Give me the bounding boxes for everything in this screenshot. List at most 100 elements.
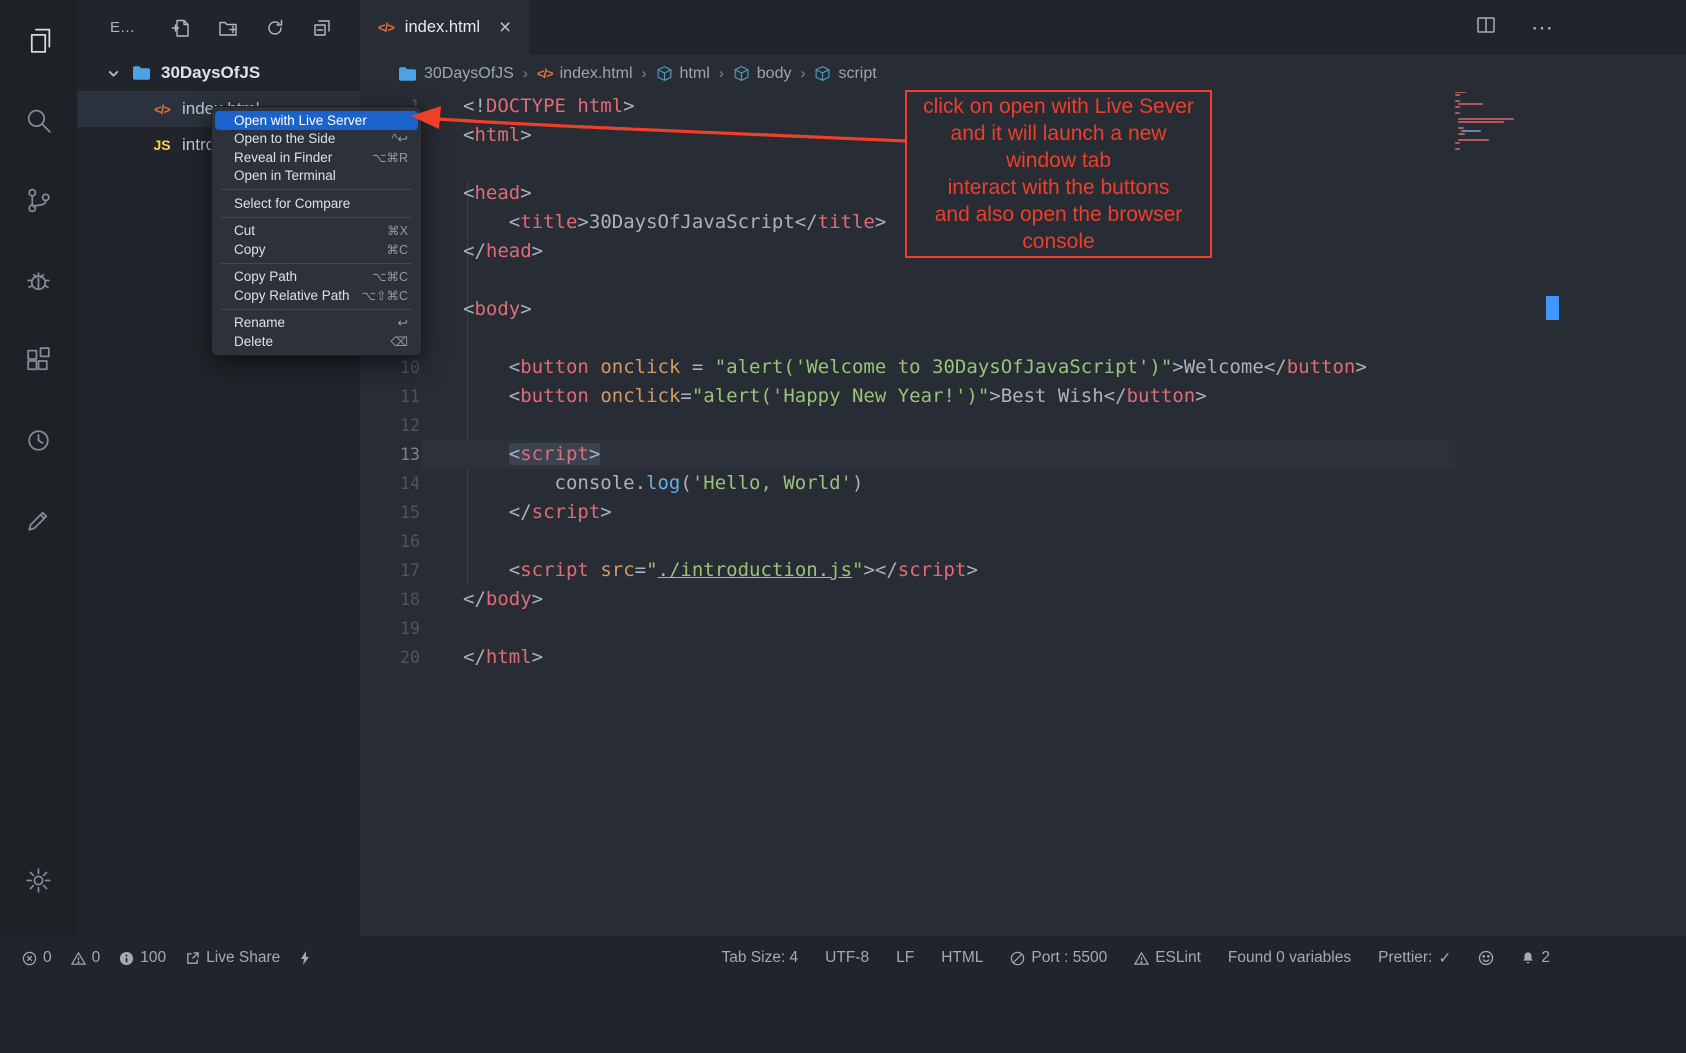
- warning-icon: [1134, 951, 1149, 966]
- menu-item-cut[interactable]: Cut⌘X: [215, 222, 418, 241]
- history-icon[interactable]: [0, 400, 77, 480]
- menu-item-open-to-the-side[interactable]: Open to the Side^↩: [215, 130, 418, 149]
- line-number[interactable]: 14: [360, 469, 420, 498]
- activity-bar: [0, 0, 77, 936]
- line-text: <head>: [420, 179, 532, 208]
- line-number[interactable]: 16: [360, 527, 420, 556]
- code-line[interactable]: 11 <button onclick="alert('Happy New Yea…: [360, 382, 1686, 411]
- line-number[interactable]: 17: [360, 556, 420, 585]
- code-line[interactable]: 15 </script>: [360, 498, 1686, 527]
- status-variables[interactable]: Found 0 variables: [1228, 949, 1351, 967]
- menu-item-select-for-compare[interactable]: Select for Compare: [215, 194, 418, 213]
- code-line[interactable]: 13 <script>: [360, 440, 1686, 469]
- run-debug-icon[interactable]: [0, 240, 77, 320]
- menu-item-label: Reveal in Finder: [234, 150, 360, 165]
- status-feedback-smiley[interactable]: [1478, 950, 1494, 966]
- status-live-server-action[interactable]: [299, 950, 311, 966]
- code-line[interactable]: 20</html>: [360, 643, 1686, 672]
- line-text: [420, 324, 463, 353]
- tab-actions: ⋯: [1475, 0, 1686, 55]
- code-line[interactable]: 17 <script src="./introduction.js"></scr…: [360, 556, 1686, 585]
- line-text: </body>: [420, 585, 543, 614]
- breadcrumb-item-body[interactable]: body: [733, 65, 792, 83]
- status-live-server-port[interactable]: Port : 5500: [1010, 949, 1107, 967]
- status-errors[interactable]: 0: [22, 949, 52, 967]
- more-actions-icon[interactable]: ⋯: [1531, 15, 1554, 41]
- explorer-actions: [171, 18, 332, 38]
- status-notifications[interactable]: 2: [1521, 949, 1550, 967]
- code-line[interactable]: 18</body>: [360, 585, 1686, 614]
- extensions-icon[interactable]: [0, 320, 77, 400]
- menu-item-shortcut: ⌥⇧⌘C: [362, 288, 408, 303]
- collapse-all-icon[interactable]: [312, 18, 332, 38]
- status-label: Port : 5500: [1031, 949, 1107, 967]
- tree-root-folder[interactable]: 30DaysOfJS: [77, 55, 360, 91]
- line-number[interactable]: 12: [360, 411, 420, 440]
- code-line[interactable]: 16: [360, 527, 1686, 556]
- status-warnings[interactable]: 0: [71, 949, 101, 967]
- new-file-icon[interactable]: [171, 18, 191, 38]
- search-icon[interactable]: [0, 80, 77, 160]
- menu-item-reveal-in-finder[interactable]: Reveal in Finder ⌥⌘R: [215, 148, 418, 167]
- line-number[interactable]: 15: [360, 498, 420, 527]
- context-menu: Open with Live ServerOpen to the Side^↩R…: [211, 106, 422, 356]
- line-number[interactable]: 19: [360, 614, 420, 643]
- line-number[interactable]: 10: [360, 353, 420, 382]
- line-text: [420, 527, 463, 556]
- menu-item-copy-relative-path[interactable]: Copy Relative Path⌥⇧⌘C: [215, 286, 418, 305]
- status-info-count[interactable]: 100: [119, 949, 166, 967]
- line-number[interactable]: 18: [360, 585, 420, 614]
- status-label: HTML: [941, 949, 983, 967]
- status-prettier[interactable]: Prettier:✓: [1378, 949, 1451, 968]
- code-line[interactable]: 7: [360, 266, 1686, 295]
- breadcrumb-item-html[interactable]: html: [656, 65, 710, 83]
- status-encoding[interactable]: UTF-8: [825, 949, 869, 967]
- settings-gear-icon[interactable]: [0, 840, 77, 920]
- annotation-text: click on open with Live Severand it will…: [909, 93, 1208, 255]
- code-line[interactable]: 14 console.log('Hello, World'): [360, 469, 1686, 498]
- html-icon: </>: [537, 66, 553, 81]
- overview-ruler-marker[interactable]: [1546, 296, 1559, 320]
- menu-item-open-with-live-server[interactable]: Open with Live Server: [215, 111, 418, 130]
- breadcrumb-item-index-html[interactable]: </>index.html: [537, 65, 633, 83]
- breadcrumb-label: script: [838, 65, 876, 83]
- chevron-down-icon: [106, 66, 121, 81]
- refresh-icon[interactable]: [265, 18, 285, 38]
- minimap[interactable]: [1455, 91, 1547, 151]
- line-number[interactable]: 11: [360, 382, 420, 411]
- menu-item-rename[interactable]: Rename↩: [215, 314, 418, 333]
- annotation-line: click on open with Live Sever: [909, 93, 1208, 120]
- new-folder-icon[interactable]: [218, 18, 238, 38]
- root-folder-label: 30DaysOfJS: [161, 63, 260, 83]
- status-label: 0: [43, 949, 52, 967]
- line-number[interactable]: 13: [360, 440, 420, 469]
- close-tab-icon[interactable]: ×: [499, 16, 511, 40]
- annotation-line: interact with the buttons: [909, 174, 1208, 201]
- breadcrumb-item-30daysofjs[interactable]: 30DaysOfJS: [398, 65, 514, 83]
- menu-item-delete[interactable]: Delete⌫: [215, 332, 418, 351]
- status-label: Live Share: [206, 949, 280, 967]
- code-line[interactable]: 19: [360, 614, 1686, 643]
- split-editor-icon[interactable]: [1475, 14, 1497, 41]
- menu-separator: [221, 263, 412, 264]
- source-control-icon[interactable]: [0, 160, 77, 240]
- menu-item-open-in-terminal[interactable]: Open in Terminal: [215, 167, 418, 186]
- code-line[interactable]: 12: [360, 411, 1686, 440]
- feedback-pen-icon[interactable]: [0, 480, 77, 560]
- status-eslint[interactable]: ESLint: [1134, 949, 1201, 967]
- menu-item-shortcut: ⌥⌘R: [372, 150, 408, 165]
- status-eol[interactable]: LF: [896, 949, 914, 967]
- breadcrumb-item-script[interactable]: script: [814, 65, 876, 83]
- menu-item-copy-path[interactable]: Copy Path⌥⌘C: [215, 268, 418, 287]
- tab-index-html[interactable]: </> index.html ×: [360, 0, 529, 55]
- status-tab-size[interactable]: Tab Size: 4: [721, 949, 798, 967]
- explorer-icon[interactable]: [0, 0, 77, 80]
- status-live-share[interactable]: Live Share: [185, 949, 280, 967]
- code-line[interactable]: 9: [360, 324, 1686, 353]
- menu-item-copy[interactable]: Copy⌘C: [215, 240, 418, 259]
- status-language-mode[interactable]: HTML: [941, 949, 983, 967]
- live-share-icon: [185, 951, 200, 966]
- code-line[interactable]: 10 <button onclick = "alert('Welcome to …: [360, 353, 1686, 382]
- line-number[interactable]: 20: [360, 643, 420, 672]
- code-line[interactable]: 8<body>: [360, 295, 1686, 324]
